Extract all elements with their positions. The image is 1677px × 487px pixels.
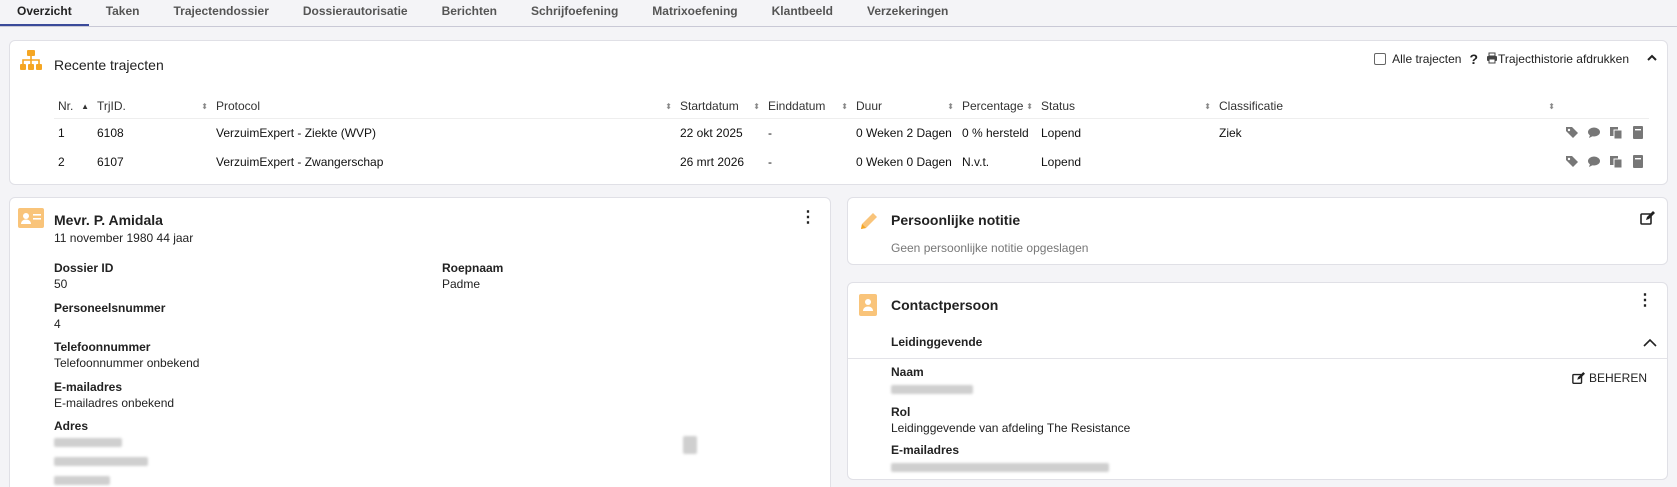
- print-icon[interactable]: [1486, 52, 1498, 67]
- naam-field: Naam: [891, 365, 973, 397]
- persoonlijke-notitie-card: Persoonlijke notitie Geen persoonlijke n…: [847, 197, 1668, 265]
- edit-icon[interactable]: [1640, 211, 1655, 229]
- table-row[interactable]: 2 6107 VerzuimExpert - Zwangerschap 26 m…: [54, 147, 1649, 176]
- tab-schrijfoefening[interactable]: Schrijfoefening: [514, 0, 635, 26]
- tab-matrixoefening[interactable]: Matrixoefening: [635, 0, 754, 26]
- col-duur[interactable]: Duur ⬍: [852, 94, 958, 119]
- adres-redacted: [54, 455, 148, 469]
- divider: [848, 358, 1667, 359]
- person-dob: 11 november 1980 44 jaar: [54, 231, 194, 245]
- address-book-icon: [858, 294, 878, 319]
- copy-icon[interactable]: [1609, 126, 1623, 140]
- contact-email-field: E-mailadres: [891, 443, 1109, 475]
- sort-icon: ⬍: [1548, 102, 1555, 111]
- comment-icon[interactable]: [1587, 126, 1601, 139]
- traject-toolbar: Alle trajecten ? Trajecthistorie afdrukk…: [1374, 51, 1657, 67]
- note-title: Persoonlijke notitie: [891, 212, 1021, 228]
- emailadres-field: E-mailadres E-mailadres onbekend: [54, 380, 175, 410]
- roepnaam-field: Roepnaam Padme: [442, 261, 504, 291]
- sort-icon: ⬍: [1204, 102, 1211, 111]
- table-row[interactable]: 1 6108 VerzuimExpert - Ziekte (WVP) 22 o…: [54, 118, 1649, 147]
- more-options-icon[interactable]: ⋮: [1637, 293, 1653, 309]
- trajecten-table: Nr. ▲ TrjID. ⬍ Protocol ⬍ Startdatum ⬍ Eindd…: [54, 94, 1649, 176]
- beheren-button[interactable]: BEHEREN: [1572, 371, 1647, 385]
- trajecthistorie-afdrukken-button[interactable]: Trajecthistorie afdrukken: [1498, 52, 1629, 66]
- table-header-row: Nr. ▲ TrjID. ⬍ Protocol ⬍ Startdatum ⬍ Eindd…: [54, 94, 1649, 119]
- col-einddatum[interactable]: Einddatum ⬍: [764, 94, 852, 119]
- copy-icon[interactable]: [1609, 155, 1623, 168]
- col-status[interactable]: Status ⬍: [1037, 94, 1215, 119]
- id-card-icon: [18, 208, 44, 231]
- sort-icon: ⬍: [201, 102, 208, 111]
- sort-icon: ⬍: [753, 102, 760, 111]
- sitemap-icon: [19, 49, 43, 74]
- col-classificatie[interactable]: Classificatie ⬍: [1215, 94, 1559, 119]
- map-marker-redacted: [683, 436, 697, 454]
- tab-bar: Overzicht Taken Trajectendossier Dossier…: [0, 0, 1677, 27]
- pencil-icon: [858, 210, 880, 235]
- dossier-id-field: Dossier ID 50: [54, 261, 114, 291]
- col-protocol[interactable]: Protocol ⬍: [212, 94, 676, 119]
- sort-icon: ⬍: [841, 102, 848, 111]
- adres-redacted: [54, 436, 148, 450]
- contact-title: Contactpersoon: [891, 297, 999, 313]
- tab-klantbeeld[interactable]: Klantbeeld: [755, 0, 850, 26]
- help-icon[interactable]: ?: [1469, 51, 1478, 67]
- tab-berichten[interactable]: Berichten: [425, 0, 514, 26]
- collapse-chevron-icon[interactable]: [1643, 336, 1657, 350]
- recente-trajecten-title: Recente trajecten: [54, 57, 164, 73]
- col-startdatum[interactable]: Startdatum ⬍: [676, 94, 764, 119]
- person-card: Mevr. P. Amidala 11 november 1980 44 jaa…: [9, 197, 831, 487]
- comment-icon[interactable]: [1587, 155, 1601, 168]
- sort-icon: ⬍: [1026, 102, 1033, 111]
- contactpersoon-card: Contactpersoon ⋮ Leidinggevende Naam BEH…: [847, 282, 1668, 480]
- tag-icon[interactable]: [1565, 126, 1579, 139]
- person-name: Mevr. P. Amidala: [54, 212, 163, 228]
- telefoonnummer-field: Telefoonnummer Telefoonnummer onbekend: [54, 340, 200, 370]
- tab-verzekeringen[interactable]: Verzekeringen: [850, 0, 965, 26]
- sort-icon: ⬍: [947, 102, 954, 111]
- more-options-icon[interactable]: ⋮: [800, 210, 816, 226]
- note-empty-text: Geen persoonlijke notitie opgeslagen: [891, 241, 1089, 255]
- col-trjid[interactable]: TrjID. ⬍: [93, 94, 212, 119]
- col-nr[interactable]: Nr. ▲: [54, 94, 93, 119]
- alle-trajecten-checkbox[interactable]: [1374, 53, 1387, 65]
- adres-field: Adres: [54, 419, 148, 487]
- book-icon[interactable]: [1631, 155, 1645, 168]
- col-actions: [1559, 94, 1649, 119]
- sort-asc-icon: ▲: [81, 102, 89, 111]
- collapse-chevron-icon[interactable]: [1647, 53, 1657, 65]
- adres-redacted: [54, 474, 148, 487]
- recente-trajecten-card: Recente trajecten Alle trajecten ? Traje…: [9, 40, 1668, 185]
- col-percentage[interactable]: Percentage ⬍: [958, 94, 1037, 119]
- sort-icon: ⬍: [665, 102, 672, 111]
- tab-taken[interactable]: Taken: [89, 0, 157, 26]
- naam-redacted: [891, 383, 973, 397]
- tag-icon[interactable]: [1565, 155, 1579, 168]
- tab-trajectendossier[interactable]: Trajectendossier: [156, 0, 285, 26]
- rol-field: Rol Leidinggevende van afdeling The Resi…: [891, 405, 1131, 435]
- alle-trajecten-label[interactable]: Alle trajecten: [1392, 52, 1461, 66]
- email-redacted: [891, 461, 1109, 475]
- personeelsnummer-field: Personeelsnummer 4: [54, 301, 166, 331]
- tab-dossierautorisatie[interactable]: Dossierautorisatie: [286, 0, 425, 26]
- book-icon[interactable]: [1631, 126, 1645, 140]
- tab-overzicht[interactable]: Overzicht: [0, 0, 89, 26]
- edit-icon: [1572, 371, 1585, 384]
- leidinggevende-header[interactable]: Leidinggevende: [891, 335, 982, 349]
